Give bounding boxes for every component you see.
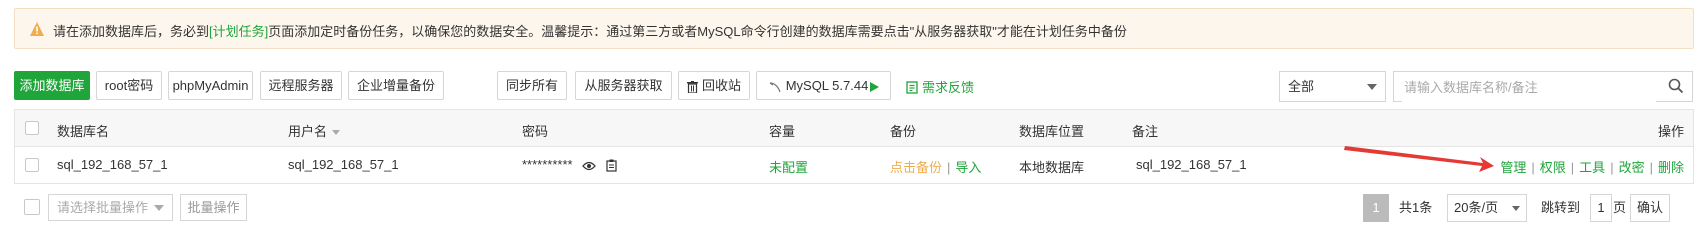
page-size-value: 20条/页 bbox=[1454, 200, 1499, 215]
select-all-checkbox[interactable] bbox=[25, 121, 39, 135]
password-mask: ********** bbox=[522, 157, 573, 172]
sync-all-button[interactable]: 同步所有 bbox=[497, 71, 567, 100]
database-table: 数据库名 用户名 密码 容量 备份 数据库位置 备注 操作 sql_192_16… bbox=[14, 109, 1694, 184]
header-user[interactable]: 用户名 bbox=[288, 121, 341, 140]
chevron-down-icon bbox=[1512, 206, 1520, 211]
row-db-name: sql_192_168_57_1 bbox=[57, 157, 168, 172]
divider: | bbox=[1570, 160, 1575, 175]
notice-prefix: 请在添加数据库后，务必到 bbox=[53, 24, 210, 39]
total-count: 共1条 bbox=[1399, 200, 1433, 215]
jump-to-label: 跳转到 bbox=[1541, 200, 1581, 215]
delete-link[interactable]: 删除 bbox=[1658, 160, 1684, 175]
jump-page-input[interactable]: 1 bbox=[1590, 194, 1612, 222]
tools-link[interactable]: 工具 bbox=[1579, 160, 1605, 175]
header-remark: 备注 bbox=[1132, 124, 1159, 139]
recycle-bin-label: 回收站 bbox=[701, 78, 741, 93]
feedback-label: 需求反馈 bbox=[922, 80, 975, 95]
notice-text: 请在添加数据库后，务必到[计划任务]页面添加定时备份任务，以确保您的数据安全。温… bbox=[53, 21, 1127, 40]
copy-icon[interactable] bbox=[606, 159, 618, 172]
row-password: ********** bbox=[522, 157, 618, 172]
header-name[interactable]: 数据库名 bbox=[57, 121, 109, 140]
feedback-icon bbox=[906, 81, 918, 94]
header-capacity: 容量 bbox=[769, 124, 796, 139]
notice-bar: 请在添加数据库后，务必到[计划任务]页面添加定时备份任务，以确保您的数据安全。温… bbox=[14, 8, 1694, 49]
trash-icon bbox=[686, 80, 698, 93]
notice-suffix: 页面添加定时备份任务，以确保您的数据安全。温馨提示：通过第三方或者MySQL命令… bbox=[268, 24, 1127, 39]
category-filter-select[interactable]: 全部 bbox=[1279, 71, 1386, 102]
import-link[interactable]: 导入 bbox=[955, 160, 981, 175]
row-location: 本地数据库 bbox=[1019, 160, 1085, 175]
permission-link[interactable]: 权限 bbox=[1540, 160, 1566, 175]
header-location: 数据库位置 bbox=[1019, 124, 1085, 139]
warning-icon bbox=[30, 22, 44, 36]
mysql-dolphin-icon bbox=[769, 81, 781, 92]
category-filter-value: 全部 bbox=[1288, 79, 1315, 94]
page-size-select[interactable]: 20条/页 bbox=[1447, 194, 1527, 222]
fetch-from-server-button[interactable]: 从服务器获取 bbox=[575, 71, 672, 100]
divider: | bbox=[1531, 160, 1535, 175]
remote-server-button[interactable]: 远程服务器 bbox=[260, 71, 342, 100]
feedback-link[interactable]: 需求反馈 bbox=[906, 77, 974, 96]
enterprise-incremental-backup-button[interactable]: 企业增量备份 bbox=[348, 71, 444, 100]
header-password: 密码 bbox=[522, 124, 549, 139]
search-icon[interactable] bbox=[1668, 78, 1684, 94]
change-password-link[interactable]: 改密 bbox=[1619, 160, 1645, 175]
header-backup: 备份 bbox=[890, 124, 917, 139]
footer-select-checkbox[interactable] bbox=[24, 199, 40, 215]
divider: | bbox=[1610, 160, 1614, 175]
page-unit-label: 页 bbox=[1613, 200, 1627, 215]
batch-operation-button[interactable]: 批量操作 bbox=[180, 194, 247, 221]
add-database-button[interactable]: 添加数据库 bbox=[14, 71, 90, 100]
batch-operation-select[interactable]: 请选择批量操作 bbox=[48, 194, 173, 221]
search-input[interactable] bbox=[1402, 73, 1656, 102]
sort-down-icon bbox=[332, 130, 341, 136]
divider: | bbox=[947, 160, 951, 175]
row-actions: 管理 | 权限 | 工具 | 改密 | 删除 bbox=[1500, 157, 1684, 176]
mysql-version-label: MySQL 5.7.44 bbox=[785, 78, 869, 93]
header-actions: 操作 bbox=[1657, 124, 1684, 139]
scheduled-task-link[interactable]: [计划任务] bbox=[209, 24, 268, 39]
row-remark[interactable]: sql_192_168_57_1 bbox=[1136, 157, 1247, 172]
search-box bbox=[1393, 71, 1693, 102]
manage-link[interactable]: 管理 bbox=[1500, 160, 1526, 175]
chevron-down-icon bbox=[1367, 84, 1377, 90]
current-page[interactable]: 1 bbox=[1363, 194, 1389, 222]
capacity-link[interactable]: 未配置 bbox=[769, 157, 808, 176]
backup-cell: 点击备份 | 导入 bbox=[890, 157, 981, 176]
recycle-bin-button[interactable]: 回收站 bbox=[678, 71, 750, 100]
chevron-down-icon bbox=[154, 205, 164, 211]
batch-select-placeholder: 请选择批量操作 bbox=[57, 200, 149, 215]
header-user-label: 用户名 bbox=[288, 124, 328, 139]
click-backup-link[interactable]: 点击备份 bbox=[890, 160, 942, 175]
divider: | bbox=[1649, 160, 1653, 175]
row-username: sql_192_168_57_1 bbox=[288, 157, 399, 172]
eye-icon[interactable] bbox=[582, 161, 597, 171]
jump-confirm-button[interactable]: 确认 bbox=[1630, 194, 1670, 222]
root-password-button[interactable]: root密码 bbox=[96, 71, 162, 100]
row-checkbox[interactable] bbox=[25, 158, 39, 172]
table-header: 数据库名 用户名 密码 容量 备份 数据库位置 备注 操作 bbox=[15, 110, 1693, 147]
play-icon bbox=[870, 81, 880, 92]
phpmyadmin-button[interactable]: phpMyAdmin bbox=[168, 71, 253, 100]
mysql-version-button[interactable]: MySQL 5.7.44 bbox=[756, 71, 891, 100]
